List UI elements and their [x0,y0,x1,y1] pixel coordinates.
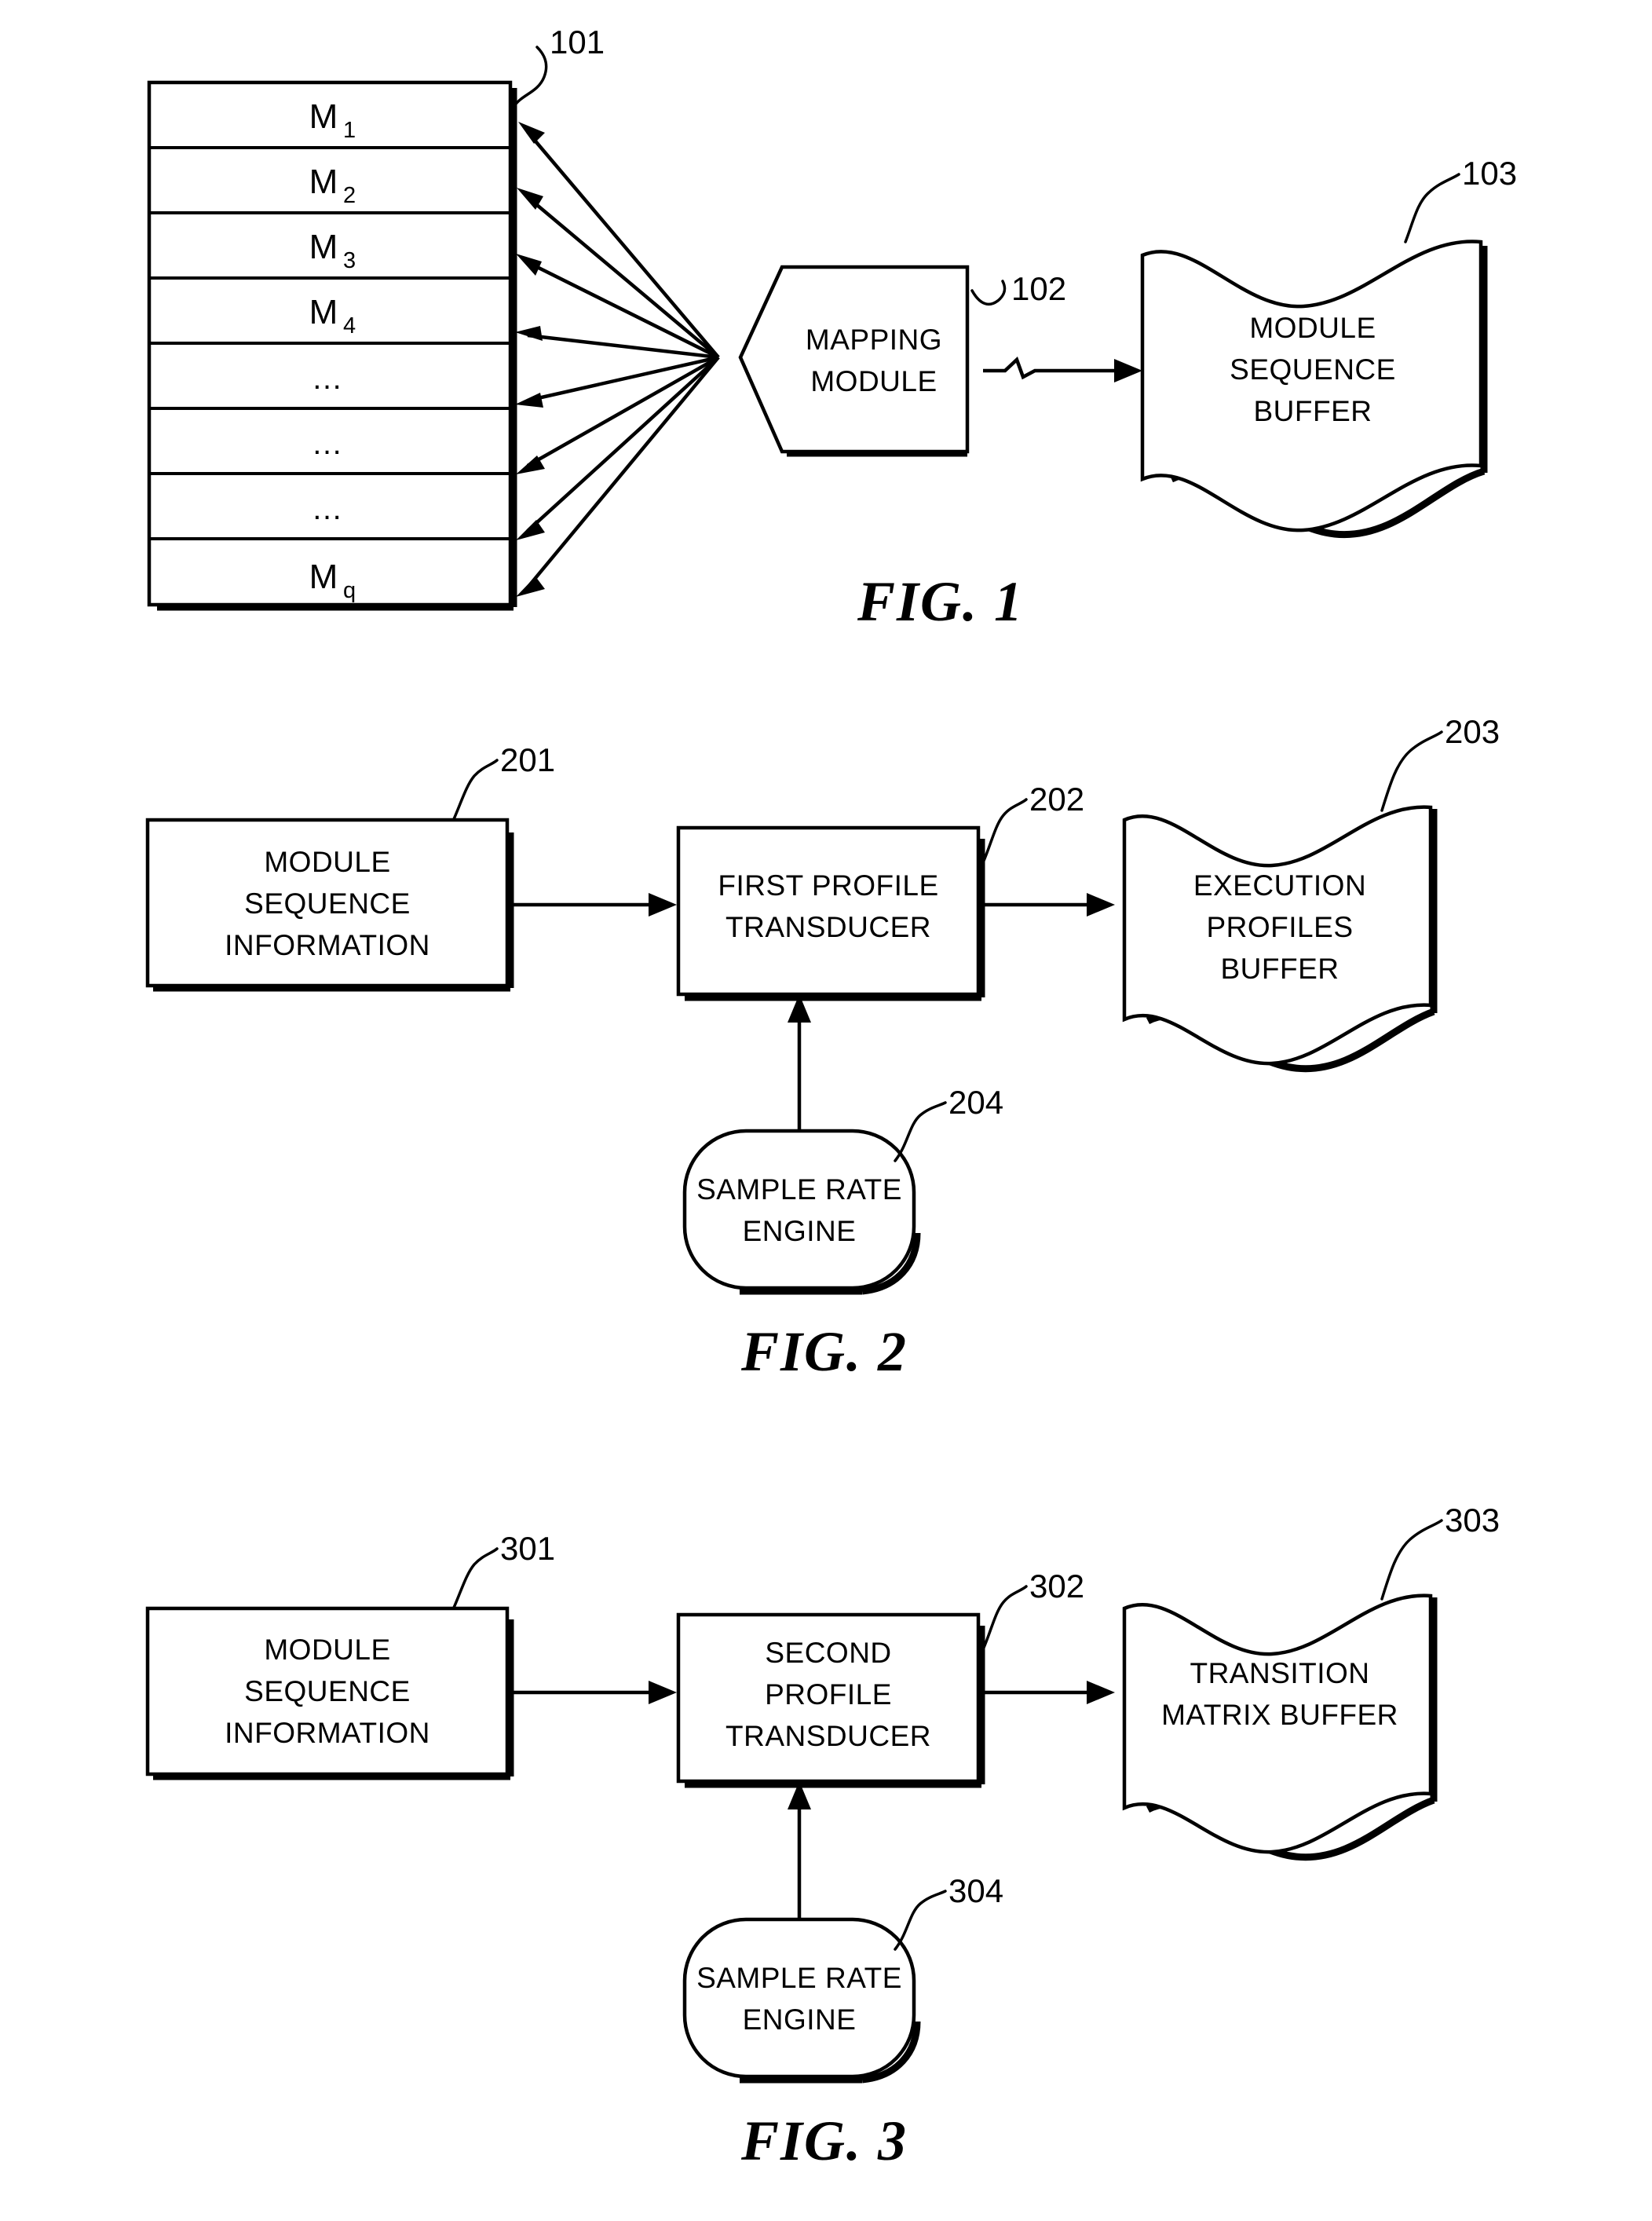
sample-rate-engine-304[interactable] [682,1917,916,2079]
ref-202: 202 [1029,781,1084,818]
ref-302-leader [982,1585,1028,1649]
buffer-103-label-line2: SEQUENCE [1230,353,1396,386]
arrow-302-to-303-head [1087,1681,1115,1704]
module-row-ellipsis: … [312,361,345,396]
mapping-module-label-line1: MAPPING [806,324,942,356]
figure-3-caption: FIG. 3 [740,2109,908,2172]
ref-102-leader [970,280,1007,306]
ref-301-leader [452,1547,499,1609]
module-row-sub: 3 [343,248,356,273]
engine-204-label-line2: ENGINE [743,1215,857,1247]
module-row-label: M [309,97,338,136]
ref-203-leader [1380,730,1443,812]
engine-204-label-line1: SAMPLE RATE [696,1173,902,1206]
module-row-ellipsis: … [312,426,345,461]
buffer-203-label-line2: PROFILES [1207,911,1354,943]
box-302-label-line3: TRANSDUCER [725,1720,931,1752]
ref-201-leader [452,759,499,821]
box-202-label-line1: FIRST PROFILE [718,869,938,902]
figure-3: MODULE SEQUENCE INFORMATION 301 SECOND P… [145,1502,1500,2172]
buffer-103-label-line3: BUFFER [1254,395,1372,427]
module-row-sub: 4 [343,313,356,338]
box-202-label-line2: TRANSDUCER [725,911,931,943]
mapping-to-buffer-connector [983,357,1119,380]
patent-drawing-sheet: M 1 M 2 M 3 M 4 … … … M q 101 MAPPING MO… [0,0,1652,2221]
ref-304-leader [894,1890,947,1951]
ref-102: 102 [1011,270,1066,307]
ref-201: 201 [500,741,555,778]
box-301-label-line1: MODULE [264,1634,390,1666]
mapping-module[interactable] [738,265,970,454]
figure-2-caption: FIG. 2 [740,1320,908,1383]
box-201-label-line1: MODULE [264,846,390,878]
ref-303: 303 [1445,1502,1500,1539]
module-row-label: M [309,293,338,331]
box-201-label-line3: INFORMATION [225,929,430,961]
ref-302: 302 [1029,1568,1084,1604]
box-302-label-line1: SECOND [765,1637,891,1669]
arrow-301-to-302-head [649,1681,677,1704]
mapping-module-label-line2: MODULE [810,365,937,397]
sample-rate-engine-204[interactable] [682,1129,916,1290]
arrow-201-to-202-head [649,893,677,917]
box-301-label-line3: INFORMATION [225,1717,430,1749]
buffer-203-label-line1: EXECUTION [1193,869,1366,902]
drawing-canvas: M 1 M 2 M 3 M 4 … … … M q 101 MAPPING MO… [145,24,1517,2172]
ref-103-leader [1404,173,1460,243]
module-row-sub: q [343,578,356,603]
module-row-label: M [309,228,338,266]
figure-1: M 1 M 2 M 3 M 4 … … … M q 101 MAPPING MO… [147,24,1517,633]
ref-204: 204 [948,1084,1003,1121]
figure-1-caption: FIG. 1 [857,570,1024,633]
module-row-sub: 2 [343,183,356,208]
ref-101: 101 [550,24,605,60]
ref-301: 301 [500,1530,555,1567]
figure-2: MODULE SEQUENCE INFORMATION 201 FIRST PR… [145,713,1500,1383]
arrow-202-to-203-head [1087,893,1115,917]
module-row-sub: 1 [343,118,356,143]
module-row-label: M [309,163,338,201]
buffer-203-label-line3: BUFFER [1221,953,1340,985]
module-row-ellipsis: … [312,492,345,526]
buffer-303-label-line2: MATRIX BUFFER [1161,1699,1398,1731]
mapping-fan-arrows [515,122,720,597]
module-sequence-buffer[interactable] [1140,240,1483,532]
ref-103: 103 [1462,155,1517,192]
mapping-to-buffer-arrowhead [1114,359,1142,382]
buffer-103-label-line1: MODULE [1249,312,1376,344]
ref-101-leader [513,46,548,108]
ref-204-leader [894,1101,947,1162]
box-201-label-line2: SEQUENCE [244,887,411,920]
ref-203: 203 [1445,713,1500,750]
module-row-label: M [309,558,338,596]
ref-303-leader [1380,1519,1443,1601]
ref-202-leader [982,798,1028,862]
engine-304-label-line2: ENGINE [743,2003,857,2036]
box-301-label-line2: SEQUENCE [244,1675,411,1707]
engine-304-label-line1: SAMPLE RATE [696,1962,902,1994]
ref-304: 304 [948,1872,1003,1909]
buffer-303-label-line1: TRANSITION [1190,1657,1369,1689]
box-302-label-line2: PROFILE [765,1678,892,1711]
